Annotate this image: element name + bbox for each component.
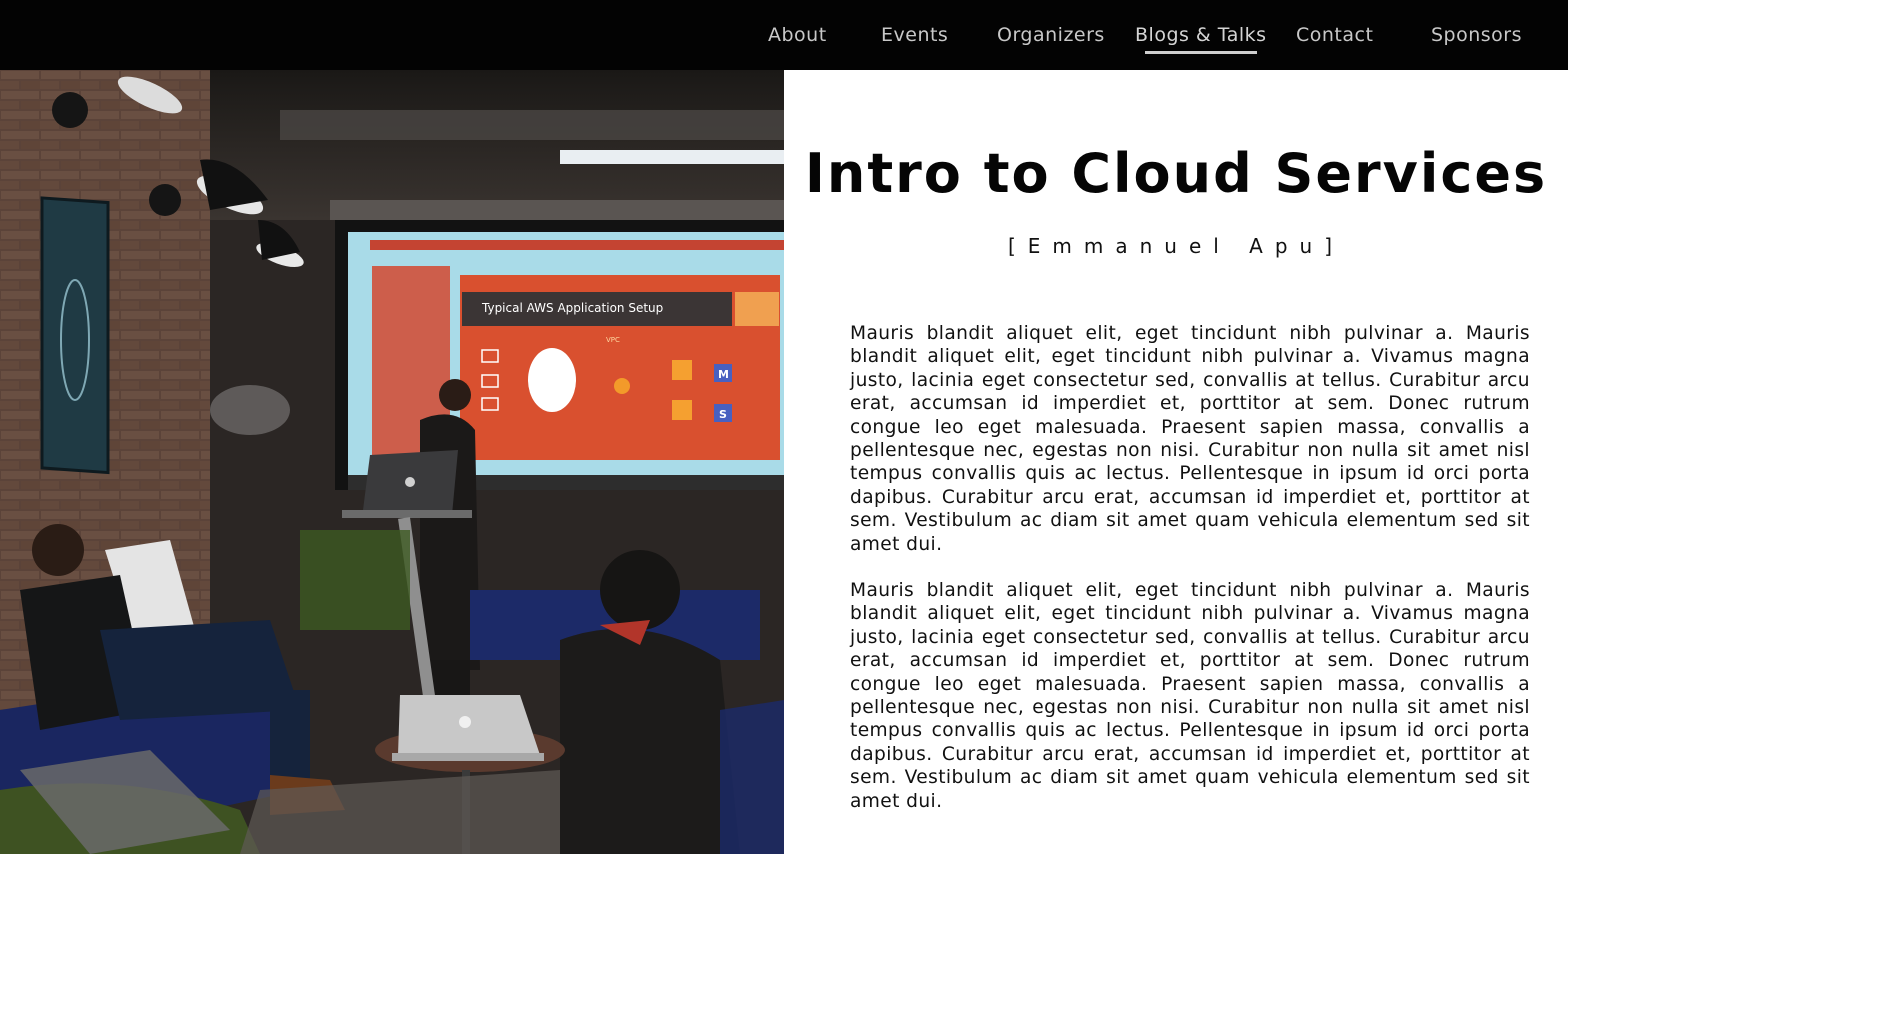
wall-poster — [40, 196, 110, 475]
slide-cloud-shape — [528, 348, 576, 412]
slide-vpc-tag: VPC — [606, 336, 620, 344]
article-panel: Intro to Cloud Services [Emmanuel Apu] M… — [784, 70, 1568, 854]
ceiling-duct — [280, 110, 784, 140]
nav-blogs-talks-link[interactable]: Blogs & Talks — [1135, 0, 1267, 70]
nav-events-link[interactable]: Events — [881, 0, 948, 70]
nav-blogs-talks-label: Blogs & Talks — [1135, 24, 1267, 46]
nav-about-link[interactable]: About — [768, 0, 827, 70]
top-nav-bar: About Events Organizers Blogs & Talks Co… — [0, 0, 1568, 70]
article-paragraph: Mauris blandit aliquet elit, eget tincid… — [850, 323, 1530, 555]
nav-sponsors-link[interactable]: Sponsors — [1431, 0, 1522, 70]
slide-title: Typical AWS Application Setup — [481, 301, 663, 315]
event-photo: Typical AWS Application Setup VPC M S — [0, 70, 784, 854]
nav-organizers-link[interactable]: Organizers — [997, 0, 1105, 70]
ceiling-light-strip — [560, 150, 784, 164]
article-paragraph: Mauris blandit aliquet elit, eget tincid… — [850, 580, 1530, 812]
event-photo-illustration: Typical AWS Application Setup VPC M S — [0, 70, 784, 854]
slide-icon-m: M — [718, 368, 729, 381]
active-nav-underline — [1145, 51, 1257, 54]
speaker-name: [Emmanuel Apu] — [1007, 234, 1345, 258]
nav-contact-link[interactable]: Contact — [1296, 0, 1373, 70]
page-title: Intro to Cloud Services — [804, 142, 1548, 205]
slide-icon-s: S — [719, 408, 727, 421]
